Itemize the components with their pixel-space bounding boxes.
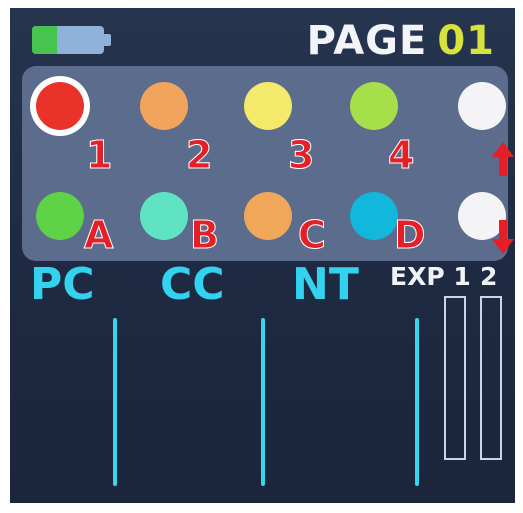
- battery-level-fill: [32, 26, 58, 54]
- nt-label: NT: [292, 259, 359, 310]
- battery-icon: [32, 26, 111, 54]
- exp1-meter: [444, 296, 466, 460]
- exp1-label: 1: [453, 262, 471, 291]
- preset-button-1[interactable]: [36, 82, 84, 130]
- preset-button-3[interactable]: [244, 82, 292, 130]
- preset-label-2: 2: [185, 133, 213, 177]
- preset-label-4: 4: [387, 133, 415, 177]
- preset-button-b[interactable]: [140, 192, 188, 240]
- cc-label: CC: [160, 259, 225, 310]
- pc-label: PC: [30, 259, 95, 310]
- page-indicator: PAGE 01: [307, 14, 495, 68]
- device-screen: PAGE 01 1 2 3 4 A B C D PC CC NT EXP 1 2: [10, 8, 515, 503]
- exp2-label: 2: [480, 262, 498, 291]
- exp2-meter: [480, 296, 502, 460]
- preset-button-a[interactable]: [36, 192, 84, 240]
- arrow-down-icon: [492, 220, 514, 254]
- arrow-up-icon: [492, 142, 514, 176]
- preset-label-1: 1: [85, 133, 113, 177]
- preset-button-c[interactable]: [244, 192, 292, 240]
- preset-button-4[interactable]: [350, 82, 398, 130]
- exp-label: EXP 1: [390, 262, 471, 291]
- preset-label-a: A: [83, 213, 114, 257]
- pc-value-bar: [113, 318, 117, 486]
- page-word: PAGE: [306, 18, 428, 64]
- preset-label-3: 3: [287, 133, 315, 177]
- preset-button-2[interactable]: [140, 82, 188, 130]
- preset-label-c: C: [298, 213, 327, 257]
- preset-label-b: B: [190, 213, 220, 257]
- page-number: 01: [437, 18, 495, 64]
- cc-value-bar: [261, 318, 265, 486]
- preset-button-d[interactable]: [350, 192, 398, 240]
- preset-label-d: D: [394, 213, 427, 257]
- bank-up-button[interactable]: [458, 82, 506, 130]
- nt-value-bar: [415, 318, 419, 486]
- preset-panel: 1 2 3 4 A B C D: [22, 66, 514, 261]
